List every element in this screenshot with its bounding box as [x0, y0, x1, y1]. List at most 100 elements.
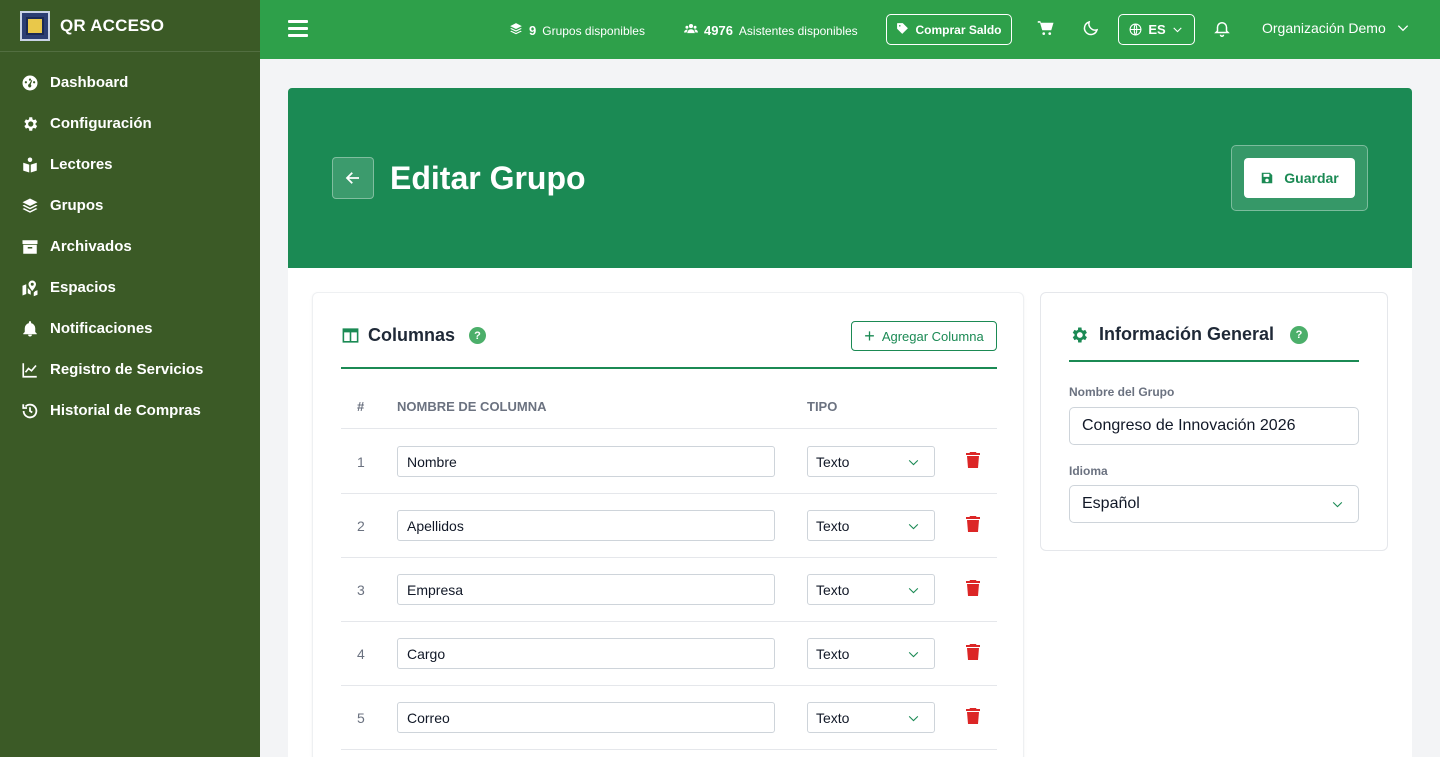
column-type-select[interactable]: Texto: [807, 702, 935, 733]
gauge-icon: [20, 73, 40, 93]
buy-credit-label: Comprar Saldo: [915, 22, 1002, 37]
groups-label: Grupos disponibles: [542, 23, 645, 38]
language-selector[interactable]: ES: [1118, 14, 1195, 45]
sidebar-item-label: Dashboard: [50, 74, 129, 91]
sidebar-item-dashboard[interactable]: Dashboard: [0, 62, 260, 103]
add-column-button[interactable]: + Agregar Columna: [851, 321, 997, 351]
brand[interactable]: QR ACCESO: [0, 0, 260, 52]
column-type-select[interactable]: Texto: [807, 446, 935, 477]
sidebar-item-label: Registro de Servicios: [50, 361, 204, 378]
add-column-label: Agregar Columna: [881, 328, 984, 344]
tag-icon: [896, 22, 915, 38]
sidebar-item-grupos[interactable]: Grupos: [0, 185, 260, 226]
header-type[interactable]: TIPO: [807, 399, 837, 414]
language-value: Español: [1082, 495, 1140, 512]
general-info-title: Información General ?: [1069, 324, 1309, 345]
trash-icon[interactable]: [966, 516, 980, 532]
arrow-left-icon: [344, 169, 362, 187]
chevron-down-icon: [908, 715, 919, 722]
general-info-card: Información General ? Nombre del Grupo I…: [1040, 292, 1388, 551]
header-column-name[interactable]: NOMBRE DE COLUMNA: [397, 399, 547, 414]
column-name-input[interactable]: [397, 702, 775, 733]
organization-name: Organización Demo: [1262, 20, 1386, 36]
chevron-down-icon: [908, 523, 919, 530]
row-number: 1: [357, 454, 365, 470]
chevron-down-icon: [1332, 501, 1343, 508]
trash-icon[interactable]: [966, 708, 980, 724]
notifications-bell-icon[interactable]: [1213, 19, 1233, 39]
table-row: 3 Texto: [341, 558, 997, 622]
save-label: Guardar: [1284, 170, 1339, 186]
language-code: ES: [1148, 22, 1166, 37]
group-name-label: Nombre del Grupo: [1069, 385, 1175, 399]
column-type-select[interactable]: Texto: [807, 574, 935, 605]
columns-card: Columnas ? + Agregar Columna # NOMBRE DE…: [312, 292, 1024, 757]
attendees-label: Asistentes disponibles: [738, 23, 858, 38]
brand-name: QR ACCESO: [60, 15, 165, 35]
sidebar-item-label: Historial de Compras: [50, 402, 201, 419]
sidebar: QR ACCESO Dashboard Configuración Lector…: [0, 0, 260, 757]
archive-icon: [20, 237, 40, 257]
table-row: 2 Texto: [341, 494, 997, 558]
plus-icon: +: [864, 326, 875, 346]
globe-icon: [1129, 23, 1142, 36]
columns-card-header: Columnas ? + Agregar Columna: [341, 321, 997, 369]
groups-count: 9: [529, 23, 537, 38]
sidebar-item-notificaciones[interactable]: Notificaciones: [0, 308, 260, 349]
column-name-input[interactable]: [397, 510, 775, 541]
help-icon[interactable]: ?: [1290, 325, 1309, 344]
column-type-select[interactable]: Texto: [807, 638, 935, 669]
chart-line-icon: [20, 360, 40, 380]
group-name-input[interactable]: [1069, 407, 1359, 445]
column-type-value: Texto: [816, 453, 850, 470]
sidebar-item-label: Espacios: [50, 279, 116, 296]
buy-credit-button[interactable]: Comprar Saldo: [886, 14, 1012, 45]
page-title: Editar Grupo: [390, 160, 586, 196]
general-info-title-text: Información General: [1099, 324, 1275, 344]
gear-icon: [20, 114, 40, 134]
cart-icon[interactable]: [1037, 19, 1057, 39]
language-label: Idioma: [1069, 464, 1108, 478]
topbar: 9 Grupos disponibles 4976 Asistentes dis…: [260, 0, 1440, 59]
column-type-value: Texto: [816, 517, 850, 534]
qr-logo-icon: [20, 10, 50, 41]
trash-icon[interactable]: [966, 452, 980, 468]
column-name-input[interactable]: [397, 574, 775, 605]
back-button[interactable]: [332, 157, 374, 199]
organization-menu[interactable]: Organización Demo: [1262, 20, 1410, 36]
sidebar-item-label: Lectores: [50, 156, 113, 173]
table-columns-icon: [341, 326, 368, 345]
sidebar-item-espacios[interactable]: Espacios: [0, 267, 260, 308]
history-icon: [20, 401, 40, 421]
book-reader-icon: [20, 155, 40, 175]
columns-title: Columnas ?: [341, 325, 487, 346]
column-name-input[interactable]: [397, 638, 775, 669]
floppy-disk-icon: [1260, 171, 1284, 185]
sidebar-item-configuracion[interactable]: Configuración: [0, 103, 260, 144]
gear-icon: [1069, 325, 1099, 345]
language-select[interactable]: Español: [1069, 485, 1359, 523]
sidebar-item-archivados[interactable]: Archivados: [0, 226, 260, 267]
table-row: 1 Texto: [341, 430, 997, 494]
help-icon[interactable]: ?: [469, 327, 487, 344]
sidebar-item-registro-servicios[interactable]: Registro de Servicios: [0, 349, 260, 390]
table-row: 5 Texto: [341, 686, 997, 750]
chevron-down-icon: [908, 587, 919, 594]
trash-icon[interactable]: [966, 644, 980, 660]
trash-icon[interactable]: [966, 580, 980, 596]
column-type-select[interactable]: Texto: [807, 510, 935, 541]
save-button[interactable]: Guardar: [1244, 158, 1355, 198]
column-type-value: Texto: [816, 581, 850, 598]
map-location-icon: [20, 278, 40, 298]
general-info-header: Información General ?: [1069, 321, 1359, 362]
sidebar-item-lectores[interactable]: Lectores: [0, 144, 260, 185]
sidebar-item-label: Notificaciones: [50, 320, 153, 337]
column-name-input[interactable]: [397, 446, 775, 477]
menu-toggle-icon[interactable]: [288, 20, 308, 38]
row-number: 3: [357, 582, 365, 598]
sidebar-item-historial-compras[interactable]: Historial de Compras: [0, 390, 260, 431]
row-number: 2: [357, 518, 365, 534]
row-number: 5: [357, 710, 365, 726]
dark-mode-moon-icon[interactable]: [1082, 19, 1102, 39]
layers-icon: [509, 22, 523, 39]
